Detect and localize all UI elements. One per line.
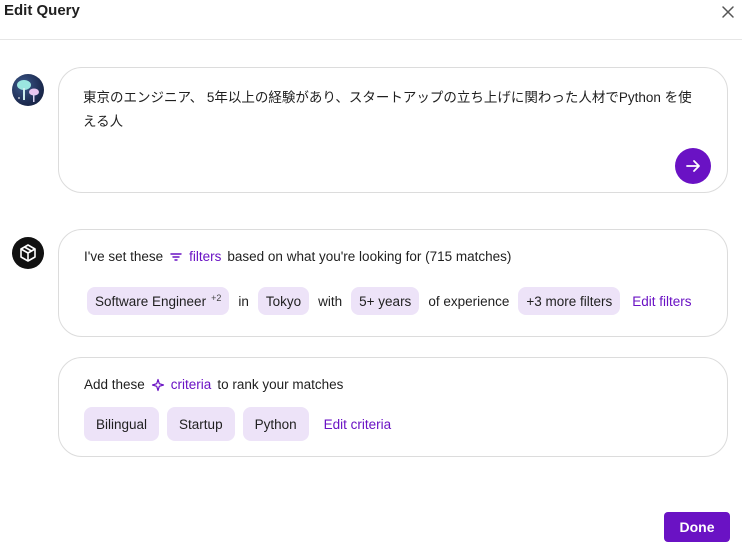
filters-intro-before: I've set these xyxy=(84,249,164,264)
edit-criteria-link[interactable]: Edit criteria xyxy=(324,417,392,432)
more-filters-chip[interactable]: +3 more filters xyxy=(518,287,621,315)
close-icon[interactable] xyxy=(718,2,738,22)
role-chip-label: Software Engineer xyxy=(95,293,207,309)
sparkle-icon xyxy=(151,378,164,391)
filters-intro: I've set these filters based on what you… xyxy=(84,249,511,264)
criteria-intro-after: to rank your matches xyxy=(217,377,344,392)
criteria-card: Add these criteria to rank your matches … xyxy=(58,357,728,457)
criteria-intro: Add these criteria to rank your matches xyxy=(84,377,343,392)
send-button[interactable] xyxy=(675,148,711,184)
filters-link-label: filters xyxy=(189,249,222,264)
filters-card: I've set these filters based on what you… xyxy=(58,229,728,337)
conn-of-experience: of experience xyxy=(428,293,510,309)
edit-filters-link[interactable]: Edit filters xyxy=(632,294,691,309)
query-card: 東京のエンジニア、 5年以上の経験があり、スタートアップの立ち上げに関わった人材… xyxy=(58,67,728,193)
conn-in: in xyxy=(238,293,249,309)
dialog-title: Edit Query xyxy=(4,2,80,19)
cube-logo-icon xyxy=(20,244,36,262)
arrow-right-icon xyxy=(686,160,700,172)
criteria-intro-before: Add these xyxy=(84,377,145,392)
conn-with: with xyxy=(318,293,343,309)
criteria-link[interactable]: criteria xyxy=(145,377,212,392)
criteria-chip-bilingual[interactable]: Bilingual xyxy=(84,407,160,441)
criteria-row: Bilingual Startup Python Edit criteria xyxy=(84,407,391,441)
criteria-chip-python[interactable]: Python xyxy=(242,407,309,441)
experience-chip[interactable]: 5+ years xyxy=(351,287,420,315)
dialog-header: Edit Query xyxy=(0,0,742,40)
query-text[interactable]: 東京のエンジニア、 5年以上の経験があり、スタートアップの立ち上げに関わった人材… xyxy=(83,86,703,134)
location-chip[interactable]: Tokyo xyxy=(257,287,310,315)
filters-intro-after: based on what you're looking for (715 ma… xyxy=(227,249,512,264)
filters-link[interactable]: filters xyxy=(163,249,221,264)
done-button[interactable]: Done xyxy=(664,512,730,542)
criteria-chip-startup[interactable]: Startup xyxy=(167,407,235,441)
assistant-avatar xyxy=(12,237,44,269)
criteria-link-label: criteria xyxy=(170,377,212,392)
role-chip[interactable]: Software Engineer +2 xyxy=(87,287,230,315)
filter-icon xyxy=(170,252,182,261)
user-avatar xyxy=(12,74,44,106)
filters-row: Software Engineer +2 in Tokyo with 5+ ye… xyxy=(87,287,692,315)
role-more-count: +2 xyxy=(211,293,222,303)
